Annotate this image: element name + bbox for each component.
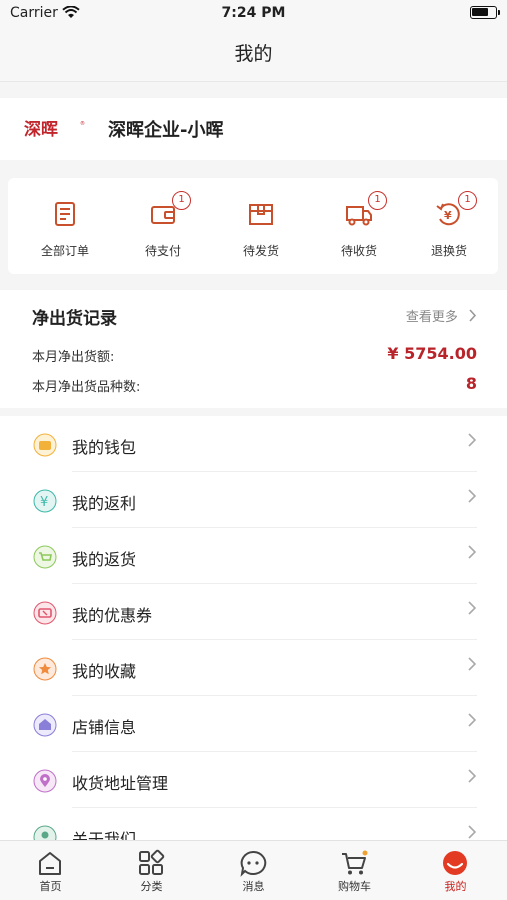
- clock: 7:24 PM: [221, 5, 286, 21]
- cart-icon: [33, 545, 57, 569]
- menu-label: 我的收藏: [72, 662, 137, 681]
- menu-item-rebate[interactable]: ¥ 我的返利: [0, 472, 507, 528]
- chevron-right-icon: [468, 825, 477, 839]
- menu-label: 我的返利: [72, 494, 137, 513]
- tab-label: 购物车: [338, 880, 371, 893]
- location-icon: [33, 769, 57, 793]
- monthly-amount-value: ¥ 5754.00: [387, 344, 477, 363]
- chevron-right-icon: [468, 713, 477, 727]
- tab-profile[interactable]: 我的: [405, 841, 506, 900]
- chevron-right-icon: [468, 545, 477, 559]
- chevron-right-icon: [468, 769, 477, 783]
- view-more-link[interactable]: 查看更多: [406, 306, 477, 325]
- svg-text:¥: ¥: [444, 209, 452, 222]
- monthly-variety-label: 本月净出货品种数:: [32, 380, 141, 395]
- tab-category[interactable]: 分类: [101, 841, 202, 900]
- order-returns-button[interactable]: ¥ 1 退换货: [400, 191, 498, 264]
- menu-label: 我的优惠券: [72, 606, 153, 625]
- settings-menu: 我的钱包 ¥ 我的返利 我的返货 我的优惠券 我的收藏 店铺信息 收货地址管理 …: [0, 416, 507, 840]
- monthly-amount-label: 本月净出货额:: [32, 350, 115, 365]
- home-icon: [39, 852, 61, 875]
- menu-item-address[interactable]: 收货地址管理: [0, 752, 507, 808]
- tab-label: 我的: [444, 880, 467, 893]
- cart-icon: [342, 850, 368, 875]
- order-shortcuts: 全部订单 1 待支付 待发货 1 待收货 ¥ 1 退换货: [8, 178, 498, 274]
- menu-item-favorites[interactable]: 我的收藏: [0, 640, 507, 696]
- chevron-right-icon: [469, 309, 477, 322]
- menu-item-wallet[interactable]: 我的钱包: [0, 416, 507, 472]
- order-unpaid-button[interactable]: 1 待支付: [114, 191, 212, 264]
- menu-label: 我的返货: [72, 550, 137, 569]
- coupon-icon: [33, 601, 57, 625]
- net-shipment-record: 净出货记录 查看更多 本月净出货额: ¥ 5754.00 本月净出货品种数: 8: [0, 290, 507, 408]
- order-to-receive-label: 待收货: [340, 244, 377, 258]
- wallet-icon: [33, 433, 57, 457]
- menu-item-shop-info[interactable]: 店铺信息: [0, 696, 507, 752]
- menu-item-returned-goods[interactable]: 我的返货: [0, 528, 507, 584]
- category-icon: [139, 849, 165, 875]
- order-all-button[interactable]: 全部订单: [16, 194, 114, 264]
- yen-icon: ¥: [33, 489, 57, 513]
- tab-cart[interactable]: 购物车: [304, 841, 405, 900]
- chevron-right-icon: [468, 657, 477, 671]
- menu-label: 我的钱包: [72, 438, 137, 457]
- message-icon: [240, 850, 267, 877]
- status-bar: Carrier 7:24 PM: [0, 0, 507, 26]
- order-returns-label: 退换货: [430, 244, 467, 258]
- svg-text:深晖: 深晖: [24, 119, 58, 140]
- tab-home[interactable]: 首页: [0, 841, 101, 900]
- star-icon: [33, 657, 57, 681]
- order-to-ship-label: 待发货: [242, 244, 279, 258]
- chevron-right-icon: [468, 601, 477, 615]
- order-to-ship-button[interactable]: 待发货: [212, 194, 310, 264]
- menu-item-coupons[interactable]: 我的优惠券: [0, 584, 507, 640]
- badge-count: 1: [172, 191, 191, 210]
- svg-text:®: ®: [80, 120, 85, 127]
- profile-icon: [443, 851, 467, 875]
- order-unpaid-label: 待支付: [144, 244, 181, 258]
- menu-label: 店铺信息: [72, 718, 137, 737]
- company-logo: 深晖 ®: [24, 119, 85, 140]
- order-list-icon: [55, 202, 75, 226]
- section-title: 净出货记录: [32, 309, 117, 329]
- view-more-label: 查看更多: [405, 310, 458, 325]
- svg-text:¥: ¥: [40, 495, 48, 510]
- tab-bar: 首页 分类 消息 购物车 我的: [0, 840, 507, 900]
- shop-icon: [33, 713, 57, 737]
- page-title: 我的: [234, 43, 273, 65]
- chevron-right-icon: [468, 433, 477, 447]
- order-to-receive-button[interactable]: 1 待收货: [310, 191, 408, 264]
- tab-label: 消息: [242, 880, 265, 893]
- battery-icon: [470, 6, 500, 19]
- order-all-label: 全部订单: [40, 244, 89, 258]
- menu-item-about[interactable]: 关于我们: [0, 808, 507, 840]
- tab-label: 首页: [39, 880, 62, 893]
- menu-label: 关于我们: [72, 830, 137, 840]
- monthly-variety-value: 8: [465, 374, 477, 393]
- profile-card[interactable]: 深晖 ® 深晖企业-小晖: [0, 98, 507, 160]
- badge-count: 1: [368, 191, 387, 210]
- tab-messages[interactable]: 消息: [203, 841, 304, 900]
- company-name: 深晖企业-小晖: [108, 120, 224, 141]
- info-icon: [33, 825, 57, 840]
- menu-label: 收货地址管理: [72, 774, 169, 793]
- chevron-right-icon: [468, 489, 477, 503]
- box-icon: [249, 204, 273, 225]
- tab-label: 分类: [140, 880, 163, 893]
- nav-bar: 我的: [0, 26, 507, 82]
- badge-count: 1: [458, 191, 477, 210]
